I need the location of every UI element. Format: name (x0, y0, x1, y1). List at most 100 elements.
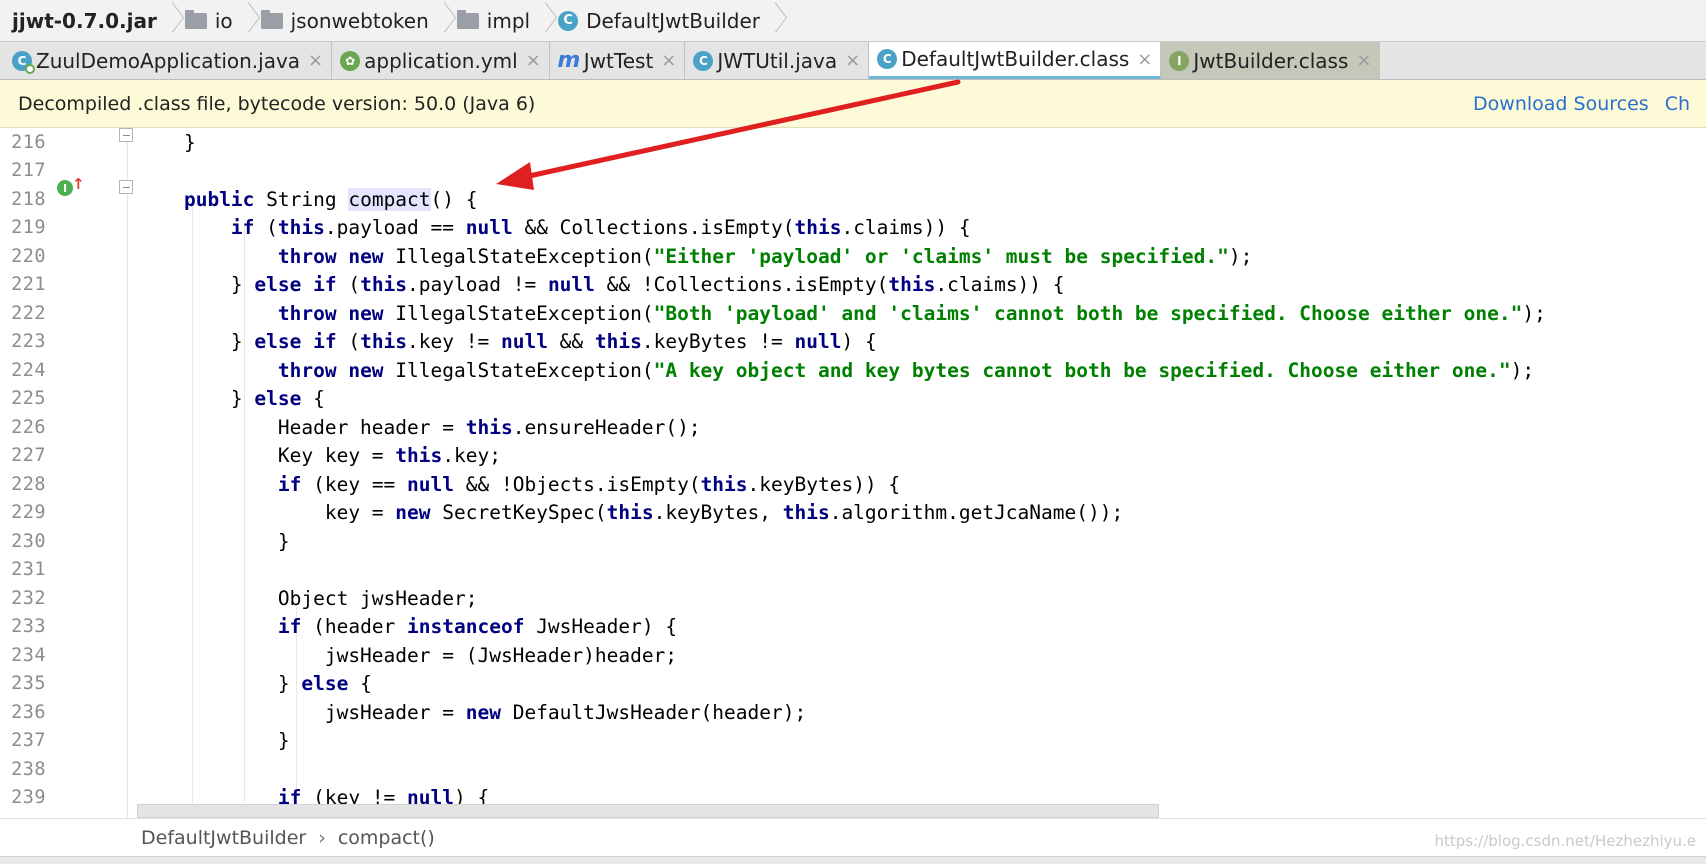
notice-text: Decompiled .class file, bytecode version… (18, 92, 536, 115)
code-line: 230 } (0, 527, 1706, 556)
code-text: } else if (this.payload != null && !Coll… (137, 273, 1065, 297)
close-icon[interactable]: × (1356, 50, 1371, 71)
code-line: 219 if (this.payload == null && Collecti… (0, 214, 1706, 243)
breadcrumb-class[interactable]: C DefaultJwtBuilder (548, 0, 768, 42)
horizontal-scrollbar[interactable] (137, 804, 1159, 818)
line-number: 238 (11, 758, 46, 780)
line-number: 226 (11, 416, 46, 438)
close-icon[interactable]: × (845, 50, 860, 71)
breadcrumb-separator (165, 0, 175, 42)
download-sources-link[interactable]: Download Sources (1473, 93, 1649, 115)
code-line: 231 (0, 556, 1706, 585)
choose-sources-link[interactable]: Ch (1665, 93, 1690, 115)
tab-label: JWTUtil.java (717, 48, 838, 73)
code-line: 216 } (0, 128, 1706, 157)
breadcrumb-separator (768, 0, 778, 42)
tab-application-yml[interactable]: ✿ application.yml × (332, 42, 550, 79)
code-text: } (137, 529, 290, 553)
code-text: } (137, 729, 290, 753)
code-line: 234 jwsHeader = (JwsHeader)header; (0, 641, 1706, 670)
m-icon: m (557, 48, 581, 73)
breadcrumb-io-label: io (214, 8, 233, 33)
close-icon[interactable]: × (661, 50, 676, 71)
code-line: 221 } else if (this.payload != null && !… (0, 271, 1706, 300)
code-line: 237 } (0, 727, 1706, 756)
tab-jwt-test[interactable]: m JwtTest × (550, 42, 686, 79)
class-icon: C (877, 49, 898, 69)
line-number: 220 (11, 245, 46, 267)
code-text: throw new IllegalStateException("A key o… (277, 358, 1535, 382)
tab-zuul-demo-application[interactable]: C ZuulDemoApplication.java × (4, 42, 333, 79)
bottom-toolbar-strip (0, 856, 1706, 864)
code-line: 229 key = new SecretKeySpec(this.keyByte… (0, 499, 1706, 528)
tab-label: application.yml (364, 48, 518, 73)
breadcrumb-jar-label: jjwt-0.7.0.jar (12, 8, 157, 33)
notice-links: Download Sources Ch (1473, 80, 1706, 128)
code-line: 225 } else { (0, 385, 1706, 414)
line-number: 224 (11, 359, 46, 381)
tab-label: JwtBuilder.class (1193, 48, 1349, 73)
code-text: Key key = this.key; (137, 444, 501, 468)
code-text: throw new IllegalStateException("Either … (277, 244, 1253, 268)
line-number: 217 (11, 160, 46, 182)
close-icon[interactable]: × (526, 50, 541, 71)
breadcrumb-class-label: DefaultJwtBuilder (586, 8, 760, 33)
code-text: if (key == null && !Objects.isEmpty(this… (277, 472, 901, 496)
code-text: Object jwsHeader; (137, 586, 478, 610)
line-number: 228 (11, 473, 46, 495)
breadcrumb-jsonwebtoken-label: jsonwebtoken (290, 8, 429, 33)
tab-default-jwt-builder[interactable]: C DefaultJwtBuilder.class × (869, 42, 1162, 79)
code-text: if (this.payload == null && Collections.… (230, 216, 971, 240)
breadcrumb-impl-label: impl (486, 8, 531, 33)
code-line: 238 (0, 755, 1706, 784)
tab-label: JwtTest (583, 48, 654, 73)
class-icon: C (558, 10, 579, 31)
line-number: 216 (11, 131, 46, 153)
navigation-breadcrumb: jjwt-0.7.0.jar io jsonwebtoken impl C De… (0, 0, 1706, 42)
code-line: 218 public String compact() { (0, 185, 1706, 214)
code-text: jwsHeader = (JwsHeader)header; (137, 643, 678, 667)
code-text: } else { (137, 672, 372, 696)
tab-jwt-util[interactable]: C JWTUtil.java × (685, 42, 870, 79)
close-icon[interactable]: × (1137, 49, 1152, 70)
code-line: 223 } else if (this.key != null && this.… (0, 328, 1706, 357)
code-line: 232 Object jwsHeader; (0, 584, 1706, 613)
line-number: 222 (11, 302, 46, 324)
breadcrumb-jsonwebtoken[interactable]: jsonwebtoken (251, 0, 437, 42)
tab-jwt-builder[interactable]: I JwtBuilder.class × (1161, 42, 1381, 79)
line-number: 239 (11, 787, 46, 809)
code-line: 228 if (key == null && !Objects.isEmpty(… (0, 470, 1706, 499)
tab-label: ZuulDemoApplication.java (36, 48, 301, 73)
breadcrumb-io[interactable]: io (175, 0, 241, 42)
code-line: 235 } else { (0, 670, 1706, 699)
line-number: 230 (11, 530, 46, 552)
code-line: 224 throw new IllegalStateException("A k… (0, 356, 1706, 385)
folder-icon (456, 9, 479, 29)
class-icon: C (693, 50, 714, 71)
line-number: 219 (11, 217, 46, 239)
code-line: 226 Header header = this.ensureHeader(); (0, 413, 1706, 442)
spring-class-icon: C (12, 50, 35, 74)
close-icon[interactable]: × (308, 50, 323, 71)
breadcrumb-method-name[interactable]: compact() (338, 827, 435, 849)
code-text: } (137, 130, 196, 154)
code-line: 217 (0, 157, 1706, 186)
code-line: 233 if (header instanceof JwsHeader) { (0, 613, 1706, 642)
line-number: 235 (11, 673, 46, 695)
code-text: jwsHeader = new DefaultJwsHeader(header)… (137, 700, 807, 724)
code-text: key = new SecretKeySpec(this.keyBytes, t… (137, 501, 1124, 525)
code-text: } else if (this.key != null && this.keyB… (137, 330, 877, 354)
editor-tabs: C ZuulDemoApplication.java × ✿ applicati… (0, 42, 1706, 80)
line-number: 218 (11, 188, 46, 210)
line-number: 231 (11, 559, 46, 581)
line-number: 227 (11, 445, 46, 467)
line-number: 234 (11, 644, 46, 666)
decompiled-notice: Decompiled .class file, bytecode version… (0, 80, 1706, 128)
code-line: 222 throw new IllegalStateException("Bot… (0, 299, 1706, 328)
breadcrumb-separator (241, 0, 251, 42)
line-number: 232 (11, 587, 46, 609)
code-editor[interactable]: I ↑ 216 } 217 218 public String compact(… (0, 128, 1706, 818)
breadcrumb-class-name[interactable]: DefaultJwtBuilder (141, 827, 306, 849)
breadcrumb-impl[interactable]: impl (447, 0, 538, 42)
breadcrumb-jar[interactable]: jjwt-0.7.0.jar (0, 0, 165, 42)
